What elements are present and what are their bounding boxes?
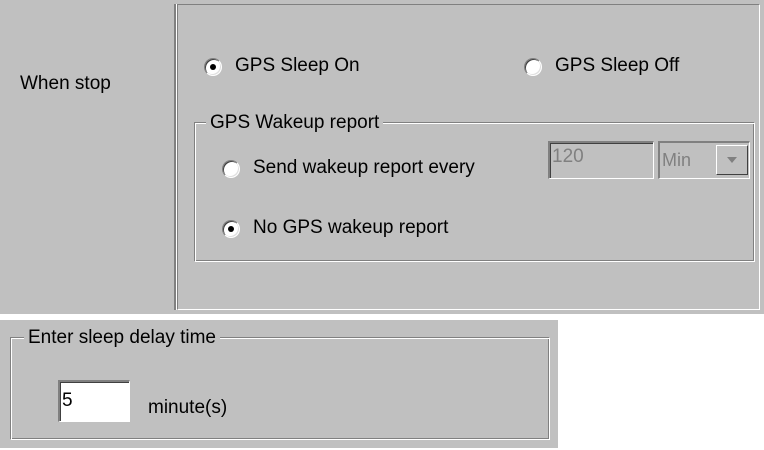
chevron-down-icon <box>727 157 737 163</box>
when-stop-label: When stop <box>20 73 111 94</box>
gps-sleep-off-radio[interactable] <box>524 58 542 76</box>
gps-sleep-on-radio[interactable] <box>204 58 222 76</box>
send-wakeup-report-label[interactable]: Send wakeup report every <box>253 157 475 179</box>
wakeup-interval-field[interactable]: 120 <box>548 141 654 179</box>
radio-selected-dot <box>210 64 216 70</box>
send-wakeup-report-radio[interactable] <box>222 160 240 178</box>
sleep-delay-legend: Enter sleep delay time <box>24 327 220 349</box>
wakeup-unit-value: Min <box>662 150 692 170</box>
dropdown-button[interactable] <box>716 145 748 175</box>
sleep-delay-unit-label: minute(s) <box>148 397 228 418</box>
sleep-delay-input[interactable]: 5 <box>58 380 130 422</box>
no-gps-wakeup-report-radio[interactable] <box>222 220 240 238</box>
gps-sleep-on-label[interactable]: GPS Sleep On <box>235 55 360 77</box>
radio-selected-dot <box>228 226 234 232</box>
gps-sleep-off-label[interactable]: GPS Sleep Off <box>555 55 679 77</box>
wakeup-unit-select[interactable]: Min <box>658 141 750 179</box>
gps-wakeup-report-legend: GPS Wakeup report <box>206 112 384 134</box>
no-gps-wakeup-report-label[interactable]: No GPS wakeup report <box>253 217 448 239</box>
when-stop-label-cell: When stop <box>4 4 174 310</box>
